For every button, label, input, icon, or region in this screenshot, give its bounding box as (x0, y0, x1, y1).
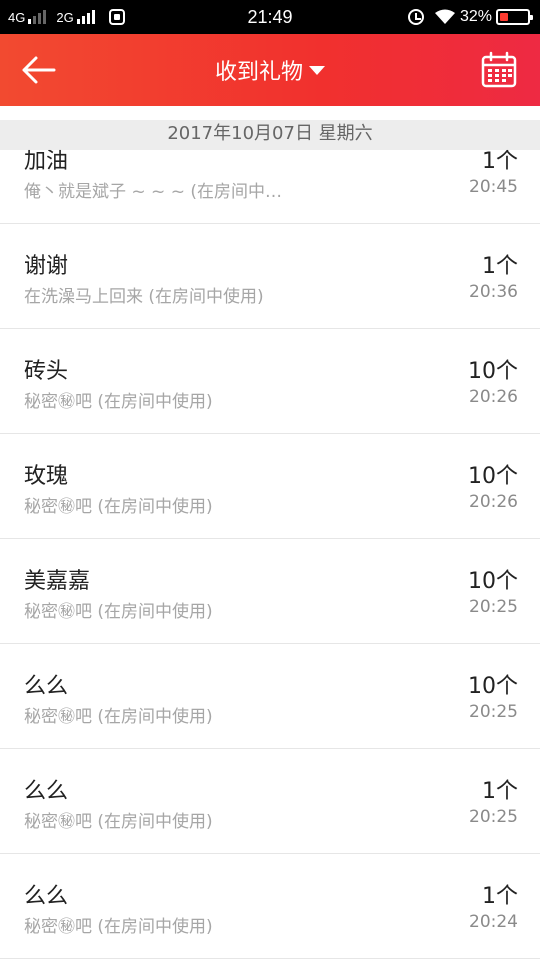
gift-name: 么么 (24, 779, 69, 804)
gift-count: 1个 (482, 254, 518, 279)
gift-list-item[interactable]: 美嘉嘉 秘密㊙吧 (在房间中使用) 10个 20:25 (0, 539, 540, 644)
gift-sender-info: 俺丶就是斌子 ~ ~ ~ (在房间中… (24, 182, 282, 202)
gift-count: 10个 (468, 464, 518, 489)
gift-name: 谢谢 (24, 254, 69, 279)
gift-list-item[interactable]: 么么 秘密㊙吧 (在房间中使用) 10个 20:25 (0, 644, 540, 749)
gift-list-item[interactable]: 么么 秘密㊙吧 (在房间中使用) 1个 20:25 (0, 749, 540, 854)
alarm-icon (407, 9, 424, 25)
calendar-icon[interactable] (480, 51, 518, 89)
gift-time: 20:24 (469, 912, 518, 932)
gift-time: 20:36 (469, 282, 518, 302)
gift-time: 20:25 (469, 807, 518, 827)
gift-list-item[interactable]: 谢谢 在洗澡马上回来 (在房间中使用) 1个 20:36 (0, 224, 540, 329)
app-bar: 收到礼物 (0, 34, 540, 106)
gift-name: 玫瑰 (24, 464, 69, 489)
gift-time: 20:45 (469, 177, 518, 197)
caret-down-icon (309, 65, 325, 75)
gift-count: 1个 (482, 884, 518, 909)
gift-time: 20:25 (469, 597, 518, 617)
gift-time: 20:26 (469, 387, 518, 407)
gift-list[interactable]: 加油 俺丶就是斌子 ~ ~ ~ (在房间中… 1个 20:45 谢谢 在洗澡马上… (0, 124, 540, 960)
battery-fill (500, 13, 509, 21)
date-section-header: 2017年10月07日 星期六 (0, 120, 540, 150)
gift-count: 10个 (468, 569, 518, 594)
gift-name: 么么 (24, 884, 69, 909)
battery-percent: 32% (459, 8, 492, 25)
gift-count: 10个 (468, 359, 518, 384)
gift-count: 10个 (468, 674, 518, 699)
status-bar: 4G 2G 21:49 32% (0, 0, 540, 34)
gift-sender-info: 秘密㊙吧 (在房间中使用) (24, 392, 213, 412)
gift-list-item[interactable]: 玫瑰 秘密㊙吧 (在房间中使用) 10个 20:26 (0, 434, 540, 539)
gift-count: 1个 (482, 779, 518, 804)
gift-sender-info: 秘密㊙吧 (在房间中使用) (24, 707, 213, 727)
gift-sender-info: 在洗澡马上回来 (在房间中使用) (24, 287, 264, 307)
gift-list-item[interactable]: 砖头 秘密㊙吧 (在房间中使用) 10个 20:26 (0, 329, 540, 434)
title-dropdown[interactable]: 收到礼物 (0, 34, 540, 106)
wifi-icon (434, 9, 455, 24)
gift-sender-info: 秘密㊙吧 (在房间中使用) (24, 497, 213, 517)
gift-name: 砖头 (24, 359, 69, 384)
page-title: 收到礼物 (214, 60, 303, 85)
gift-time: 20:26 (469, 492, 518, 512)
battery-icon (496, 9, 533, 25)
gift-sender-info: 秘密㊙吧 (在房间中使用) (24, 812, 213, 832)
gift-time: 20:25 (469, 702, 518, 722)
gift-list-item[interactable]: 么么 秘密㊙吧 (在房间中使用) 1个 20:24 (0, 854, 540, 959)
gift-sender-info: 秘密㊙吧 (在房间中使用) (24, 602, 213, 622)
gift-name: 么么 (24, 674, 69, 699)
gift-name: 美嘉嘉 (24, 569, 91, 594)
gift-sender-info: 秘密㊙吧 (在房间中使用) (24, 917, 213, 937)
status-right: 32% (407, 0, 533, 34)
